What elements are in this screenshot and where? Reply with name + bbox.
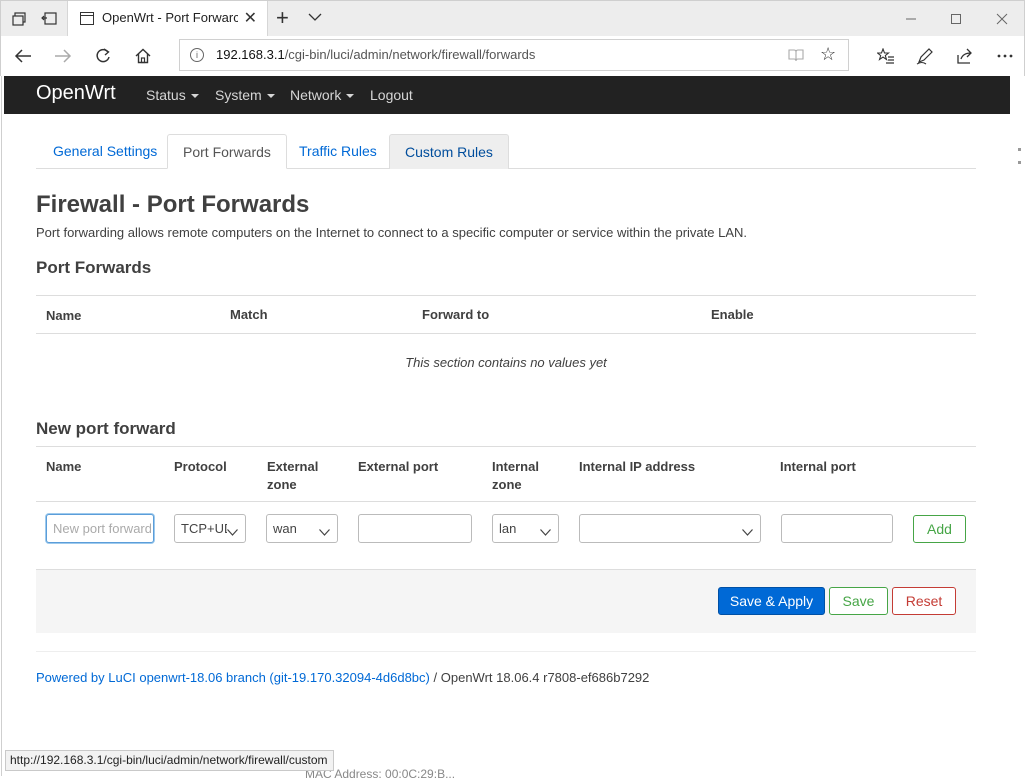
tabs-aside-icon[interactable] [39, 9, 59, 29]
caret-down-icon [346, 94, 355, 99]
footer: Powered by LuCI openwrt-18.06 branch (gi… [36, 670, 649, 685]
page-title: Firewall - Port Forwards [36, 191, 310, 218]
close-tab-icon[interactable]: ✕ [244, 8, 257, 28]
pen-notes-icon[interactable] [913, 44, 937, 68]
tab-traffic-rules[interactable]: Traffic Rules [284, 134, 392, 169]
column-internal-ip: Internal IP address [579, 459, 696, 474]
menu-status[interactable]: Status [146, 87, 199, 103]
caret-down-icon [266, 94, 275, 99]
footer-divider [36, 651, 976, 652]
external-port-input[interactable] [358, 514, 472, 543]
scroll-marker [1018, 148, 1021, 151]
share-icon[interactable] [953, 44, 977, 68]
save-button[interactable]: Save [829, 587, 888, 615]
empty-table-message: This section contains no values yet [405, 355, 607, 370]
page-viewport: OpenWrt Status System Network Logout Gen… [1, 76, 1024, 776]
link-status-bar: http://192.168.3.1/cgi-bin/luci/admin/ne… [5, 750, 334, 771]
luci-version-link[interactable]: Powered by LuCI openwrt-18.06 branch (gi… [36, 670, 430, 685]
internal-zone-value: lan [499, 521, 517, 536]
footer-separator: / [433, 670, 438, 685]
new-forward-form-row: New port forward TCP+UDP wan lan Add [36, 501, 976, 568]
chevron-down-icon[interactable] [308, 9, 322, 25]
minimize-icon[interactable] [901, 9, 921, 29]
section-port-forwards-heading: Port Forwards [36, 258, 152, 277]
column-name: Name [46, 459, 82, 474]
address-url[interactable]: 192.168.3.1/cgi-bin/luci/admin/network/f… [216, 47, 535, 62]
section-new-port-forward-heading: New port forward [36, 419, 176, 438]
page-description: Port forwarding allows remote computers … [36, 225, 748, 240]
chevron-down-icon [319, 524, 330, 539]
forward-icon[interactable] [51, 44, 75, 68]
tab-general-settings[interactable]: General Settings [38, 134, 172, 169]
internal-ip-select[interactable] [579, 514, 761, 543]
column-external-zone: External zone [267, 459, 319, 492]
maximize-icon[interactable] [946, 9, 966, 29]
browser-navigation-bar: i 192.168.3.1/cgi-bin/luci/admin/network… [0, 36, 1025, 76]
name-input[interactable]: New port forward [46, 514, 154, 543]
form-actions-bar: Save & Apply Save Reset [36, 569, 976, 633]
tab-port-forwards[interactable]: Port Forwards [167, 134, 287, 169]
favorite-star-icon[interactable]: ☆ [820, 44, 836, 65]
reset-button[interactable]: Reset [892, 587, 956, 615]
tab-custom-rules[interactable]: Custom Rules [389, 134, 509, 169]
openwrt-version: OpenWrt 18.06.4 r7808-ef686b7292 [440, 670, 650, 685]
tab-groups-icon[interactable] [9, 9, 29, 29]
reading-view-icon[interactable] [788, 48, 804, 65]
chevron-down-icon [227, 524, 238, 539]
close-window-icon[interactable] [992, 9, 1012, 29]
internal-port-input[interactable] [781, 514, 893, 543]
column-internal-zone: Internal zone [492, 459, 539, 492]
column-protocol: Protocol [174, 459, 227, 474]
tab-title: OpenWrt - Port Forwarc [102, 10, 238, 25]
external-zone-select[interactable]: wan [266, 514, 338, 543]
vertical-scrollbar[interactable] [1010, 76, 1024, 776]
address-bar[interactable]: i 192.168.3.1/cgi-bin/luci/admin/network… [179, 39, 849, 71]
luci-header: OpenWrt Status System Network Logout [4, 76, 1010, 114]
column-internal-port: Internal port [780, 459, 856, 474]
new-tab-icon[interactable]: + [276, 5, 289, 31]
browser-tab-bar: OpenWrt - Port Forwarc ✕ + [0, 0, 1025, 37]
add-button[interactable]: Add [913, 515, 966, 543]
column-match: Match [230, 307, 268, 322]
info-icon[interactable]: i [190, 48, 204, 62]
column-name: Name [46, 308, 82, 323]
page-icon [80, 12, 94, 25]
port-forwards-table-header: Name Match Forward to Enable [36, 295, 976, 334]
protocol-value: TCP+UDP [181, 521, 227, 536]
firewall-tabs: General Settings Port Forwards Traffic R… [36, 134, 976, 169]
chevron-down-icon [540, 524, 551, 539]
menu-logout[interactable]: Logout [370, 87, 413, 103]
menu-network[interactable]: Network [290, 87, 355, 103]
new-forward-table-header: Name Protocol External zone External por… [36, 446, 976, 502]
save-apply-button[interactable]: Save & Apply [718, 587, 825, 615]
more-options-icon[interactable] [993, 44, 1017, 68]
column-enable: Enable [711, 307, 754, 322]
back-icon[interactable] [11, 44, 35, 68]
favorites-list-icon[interactable] [874, 44, 898, 68]
column-external-port: External port [358, 459, 439, 474]
chevron-down-icon [742, 524, 753, 539]
browser-tab-active[interactable]: OpenWrt - Port Forwarc ✕ [67, 1, 268, 37]
internal-zone-select[interactable]: lan [492, 514, 559, 543]
brand-logo[interactable]: OpenWrt [36, 82, 116, 105]
scroll-marker [1018, 161, 1021, 164]
refresh-icon[interactable] [91, 44, 115, 68]
external-zone-value: wan [273, 521, 297, 536]
menu-system[interactable]: System [215, 87, 275, 103]
caret-down-icon [190, 94, 199, 99]
protocol-select[interactable]: TCP+UDP [174, 514, 246, 543]
name-placeholder: New port forward [53, 521, 151, 536]
column-forward-to: Forward to [422, 307, 490, 322]
home-icon[interactable] [131, 44, 155, 68]
